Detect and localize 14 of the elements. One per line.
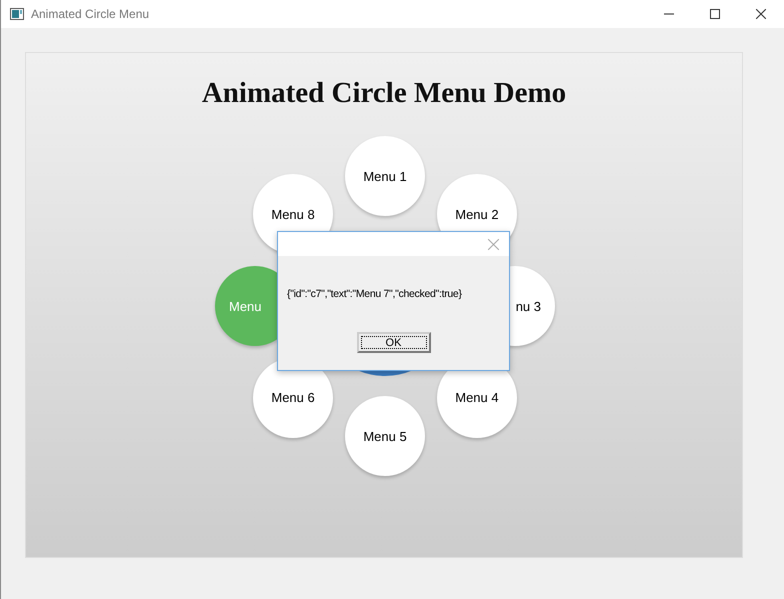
- ok-button[interactable]: OK: [356, 332, 430, 353]
- menu-label: Menu 8: [270, 206, 316, 222]
- app-icon: [10, 8, 24, 20]
- menu-label: nu 3: [514, 298, 541, 314]
- page-heading: Animated Circle Menu Demo: [200, 77, 568, 110]
- menu-label: Menu 5: [362, 428, 408, 444]
- menu-label: Menu 4: [454, 390, 500, 406]
- maximize-icon[interactable]: [710, 9, 720, 19]
- close-icon[interactable]: [756, 9, 766, 19]
- window-title: Animated Circle Menu: [31, 7, 150, 21]
- menu-label: Menu: [229, 298, 263, 314]
- menu-label: Menu 2: [454, 206, 500, 222]
- menu-label: Menu 6: [270, 390, 316, 406]
- menu-label: Menu 1: [362, 168, 408, 184]
